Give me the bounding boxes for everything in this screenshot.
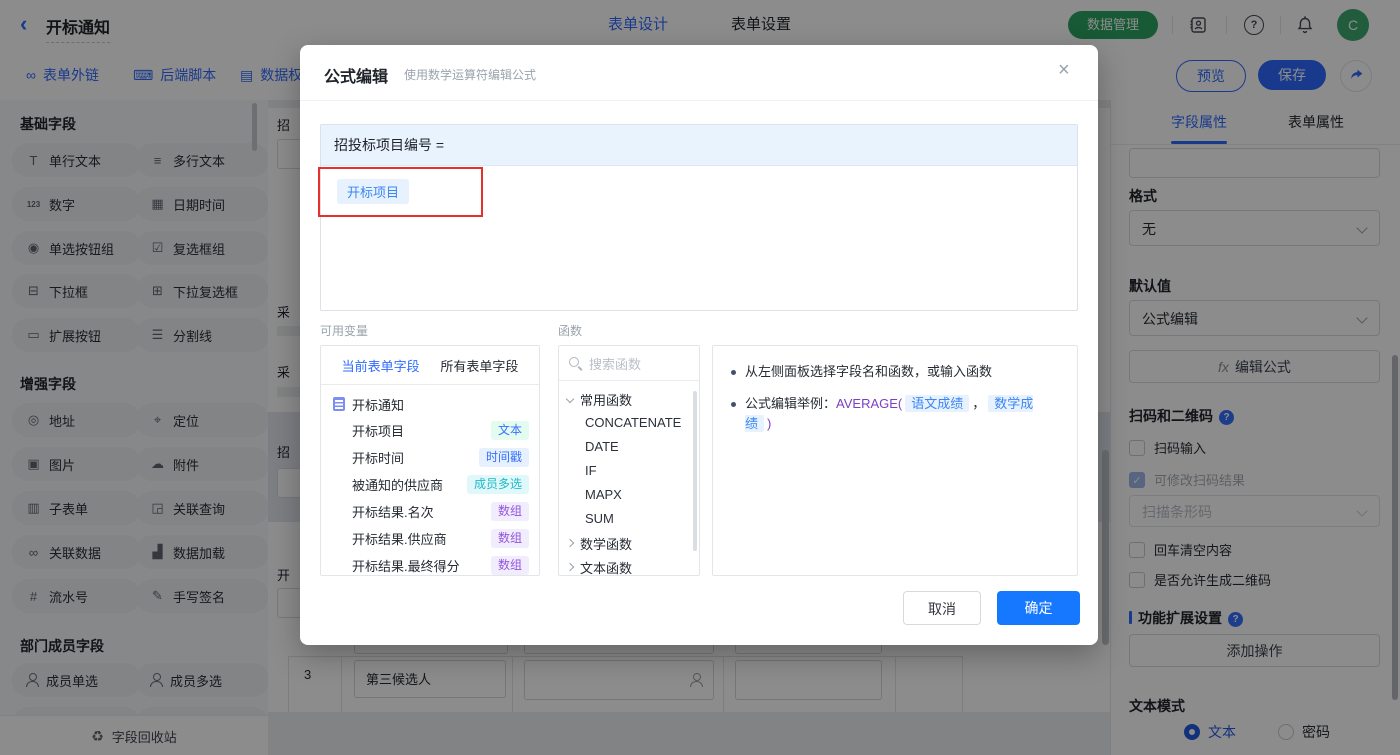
type-badge: 数组: [490, 556, 529, 575]
tree-root-label: 开标通知: [352, 397, 405, 413]
example-token: 语文成绩: [905, 395, 970, 412]
bullet-icon: [731, 370, 736, 375]
help-text: 从左侧面板选择字段名和函数，或输入函数: [745, 364, 993, 379]
variable-row[interactable]: 开标时间 时间戳: [321, 444, 539, 471]
functions-label: 函数: [558, 324, 583, 338]
app-window: ‹ 开标通知 表单设计 表单设置 数据管理 ? C ∞ 表单外链 ⌨ 后端脚本 …: [0, 0, 1400, 755]
help-example-prefix: 公式编辑举例：: [745, 396, 837, 411]
help-line-example: 公式编辑举例：AVERAGE(语文成绩，数学成绩): [731, 394, 1059, 434]
function-close-paren: ): [767, 416, 772, 431]
function-item[interactable]: DATE: [559, 435, 699, 459]
variable-name: 开标结果.供应商: [352, 532, 447, 547]
function-group-math[interactable]: 数学函数: [559, 531, 699, 555]
help-example: 公式编辑举例：AVERAGE(语文成绩，数学成绩): [745, 394, 1059, 434]
formula-target: 招投标项目编号 =: [321, 125, 1077, 166]
group-label: 常用函数: [580, 392, 633, 408]
function-group-text[interactable]: 文本函数: [559, 555, 699, 576]
form-icon: [333, 397, 345, 411]
close-icon[interactable]: ×: [1058, 59, 1070, 82]
modal-subtitle: 使用数学运算符编辑公式: [404, 68, 537, 82]
variables-panel: 当前表单字段 所有表单字段 开标通知 开标项目 文本 开标时间 时间戳 被通知的供应…: [320, 345, 540, 576]
modal-title: 公式编辑: [324, 69, 389, 86]
formula-edit-modal: 公式编辑 使用数学运算符编辑公式 × 招投标项目编号 = 开标项目 可用变量 函…: [300, 45, 1098, 645]
tab-current-form-fields[interactable]: 当前表单字段: [342, 356, 420, 375]
type-badge: 数组: [490, 529, 529, 548]
variables-label: 可用变量: [320, 324, 369, 338]
type-badge: 时间戳: [478, 448, 529, 467]
variable-name: 开标结果.名次: [352, 505, 434, 520]
functions-panel: 搜索函数 常用函数 CONCATENATE DATE IF MAPX SUM 数…: [558, 345, 700, 576]
search-icon: [569, 356, 583, 371]
variables-tabs: 当前表单字段 所有表单字段: [321, 346, 539, 385]
type-badge: 成员多选: [466, 475, 529, 494]
confirm-button[interactable]: 确定: [997, 591, 1080, 625]
variable-row[interactable]: 被通知的供应商 成员多选: [321, 471, 539, 498]
chevron-right-icon: [565, 562, 575, 572]
function-item[interactable]: IF: [559, 459, 699, 483]
tree-root[interactable]: 开标通知: [333, 391, 539, 417]
function-item[interactable]: SUM: [559, 507, 699, 531]
formula-editor[interactable]: 招投标项目编号 = 开标项目: [320, 124, 1078, 311]
cancel-button[interactable]: 取消: [903, 591, 981, 625]
function-item[interactable]: MAPX: [559, 483, 699, 507]
comma: ，: [972, 396, 986, 411]
function-group-common[interactable]: 常用函数: [559, 387, 699, 411]
variable-row[interactable]: 开标结果.名次 数组: [321, 498, 539, 525]
variable-row[interactable]: 开标结果.最终得分 数组: [321, 552, 539, 575]
variable-name: 开标项目: [352, 424, 405, 439]
chevron-down-icon: [565, 394, 575, 404]
help-panel: 从左侧面板选择字段名和函数，或输入函数 公式编辑举例：AVERAGE(语文成绩，…: [712, 345, 1078, 576]
variable-name: 开标结果.最终得分: [352, 559, 460, 574]
divider: [300, 100, 1098, 101]
function-name: AVERAGE(: [836, 396, 903, 411]
bullet-icon: [731, 402, 736, 407]
group-label: 数学函数: [580, 536, 633, 552]
variable-name: 开标时间: [352, 451, 405, 466]
tab-all-form-fields[interactable]: 所有表单字段: [440, 356, 518, 375]
function-search-input[interactable]: 搜索函数: [559, 346, 699, 381]
field-token[interactable]: 开标项目: [337, 179, 410, 204]
search-placeholder: 搜索函数: [589, 356, 642, 372]
function-item[interactable]: CONCATENATE: [559, 411, 699, 435]
group-label: 文本函数: [580, 560, 633, 576]
help-line: 从左侧面板选择字段名和函数，或输入函数: [731, 362, 1059, 382]
variable-row[interactable]: 开标项目 文本: [321, 417, 539, 444]
chevron-right-icon: [565, 538, 575, 548]
function-list-scrollbar[interactable]: [693, 391, 697, 551]
type-badge: 文本: [490, 421, 529, 440]
variable-name: 被通知的供应商: [352, 478, 444, 493]
variable-row[interactable]: 开标结果.供应商 数组: [321, 525, 539, 552]
type-badge: 数组: [490, 502, 529, 521]
